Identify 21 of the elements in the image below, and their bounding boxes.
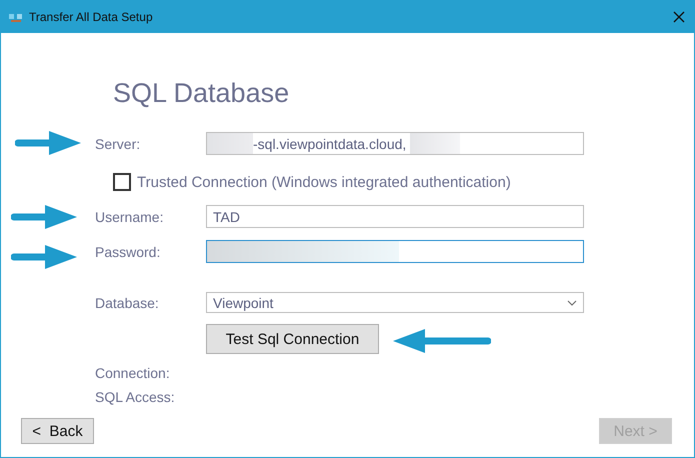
back-button[interactable]: < Back <box>21 418 94 444</box>
page-heading: SQL Database <box>113 78 290 108</box>
status-label: Connection: <box>95 365 171 381</box>
field-label: Username: <box>95 208 164 224</box>
field-label: Password: <box>95 244 162 260</box>
status-label: SQL Access: <box>95 389 176 405</box>
field-label: Database: <box>95 294 160 310</box>
checkbox[interactable] <box>113 173 131 191</box>
pointer-arrow <box>15 129 83 157</box>
checkbox-label: Trusted Connection (Windows integrated authentication) <box>137 174 511 190</box>
database-dropdown[interactable]: Viewpoint <box>206 292 584 313</box>
test-connection-button[interactable]: Test Sql Connection <box>206 324 379 354</box>
username-field[interactable]: TAD <box>206 205 584 228</box>
window-title: Transfer All Data Setup <box>29 10 154 24</box>
field-label: Server: <box>95 136 142 152</box>
pointer-arrow <box>11 203 79 231</box>
close-icon[interactable] <box>673 10 685 22</box>
pointer-arrow <box>11 243 79 271</box>
server-field[interactable]: -sql.viewpointdata.cloud, <box>206 132 584 155</box>
chevron-down-icon <box>567 300 577 306</box>
password-field[interactable] <box>206 240 584 263</box>
